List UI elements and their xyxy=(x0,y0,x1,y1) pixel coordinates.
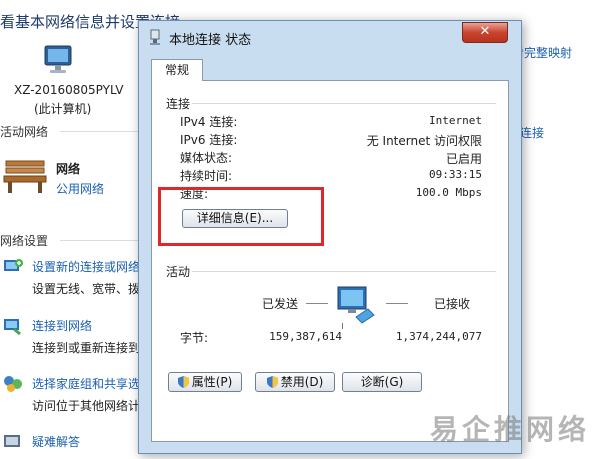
computer-icon xyxy=(42,44,76,76)
homegroup-icon xyxy=(2,374,24,394)
setup-connection-link[interactable]: 设置新的连接或网络 xyxy=(32,258,140,275)
tab-general[interactable]: 常规 xyxy=(151,59,203,81)
active-network-header: 活动网络 xyxy=(0,125,49,139)
connection-group-label: 连接 xyxy=(166,97,191,111)
properties-button-label: 属性(P) xyxy=(191,375,233,389)
homegroup-desc: 访问位于其他网络计 xyxy=(32,399,141,413)
computer-name: XZ-20160805PYLV xyxy=(14,83,124,97)
change-settings-header: 网络设置 xyxy=(0,234,49,248)
highlight-box xyxy=(158,187,324,246)
duration-label: 持续时间: xyxy=(180,169,233,183)
media-state-value: 已启用 xyxy=(445,152,482,166)
bytes-label: 字节: xyxy=(180,331,209,345)
uac-shield-icon xyxy=(177,376,189,388)
watermark: 易企推网络 xyxy=(429,413,590,446)
network-adapter-icon xyxy=(148,29,162,45)
general-panel: 连接 IPv4 连接: Internet IPv6 连接: 无 Internet… xyxy=(151,80,509,442)
network-activity-icon xyxy=(334,283,378,329)
setup-connection-desc: 设置无线、宽带、拨 xyxy=(32,282,141,296)
connection-group-divider xyxy=(192,103,496,104)
uac-shield-icon xyxy=(266,376,278,388)
ipv4-value: Internet xyxy=(429,114,482,127)
received-label: 已接收 xyxy=(434,297,471,311)
network-name: 网络 xyxy=(56,162,81,176)
close-button[interactable]: ✕ xyxy=(462,22,508,43)
close-icon: ✕ xyxy=(479,24,491,39)
disable-button[interactable]: 禁用(D) xyxy=(255,372,335,392)
network-type-link[interactable]: 公用网络 xyxy=(56,180,104,197)
ipv6-value: 无 Internet 访问权限 xyxy=(366,134,482,148)
change-settings-divider xyxy=(60,240,138,241)
sent-line xyxy=(306,303,328,304)
properties-button[interactable]: 属性(P) xyxy=(168,372,242,392)
bytes-received-value: 1,374,244,077 xyxy=(395,330,482,343)
sent-label: 已发送 xyxy=(262,297,299,311)
media-state-label: 媒体状态: xyxy=(180,151,233,165)
disable-button-label: 禁用(D) xyxy=(280,375,324,389)
duration-value: 09:33:15 xyxy=(429,168,482,181)
bench-icon xyxy=(2,155,48,195)
diagnose-button[interactable]: 诊断(G) xyxy=(342,372,422,392)
received-line xyxy=(386,303,408,304)
ipv6-label: IPv6 连接: xyxy=(180,133,238,147)
dialog-title: 本地连接 状态 xyxy=(169,33,252,48)
homegroup-link[interactable]: 选择家庭组和共享选 xyxy=(32,375,140,392)
bytes-sent-value: 159,387,614 xyxy=(269,330,342,343)
troubleshoot-link[interactable]: 疑难解答 xyxy=(32,433,80,450)
speed-value: 100.0 Mbps xyxy=(415,186,482,199)
ipv4-label: IPv4 连接: xyxy=(180,115,238,129)
troubleshoot-icon xyxy=(2,432,24,452)
connect-network-icon xyxy=(2,316,24,336)
activity-group-label: 活动 xyxy=(166,265,191,279)
active-network-divider xyxy=(60,131,138,132)
connect-network-desc: 连接到或重新连接到 xyxy=(32,341,141,355)
activity-group-divider xyxy=(192,271,496,272)
setup-connection-icon xyxy=(2,257,24,277)
connect-network-link[interactable]: 连接到网络 xyxy=(32,317,92,334)
computer-sub: (此计算机) xyxy=(34,102,92,116)
